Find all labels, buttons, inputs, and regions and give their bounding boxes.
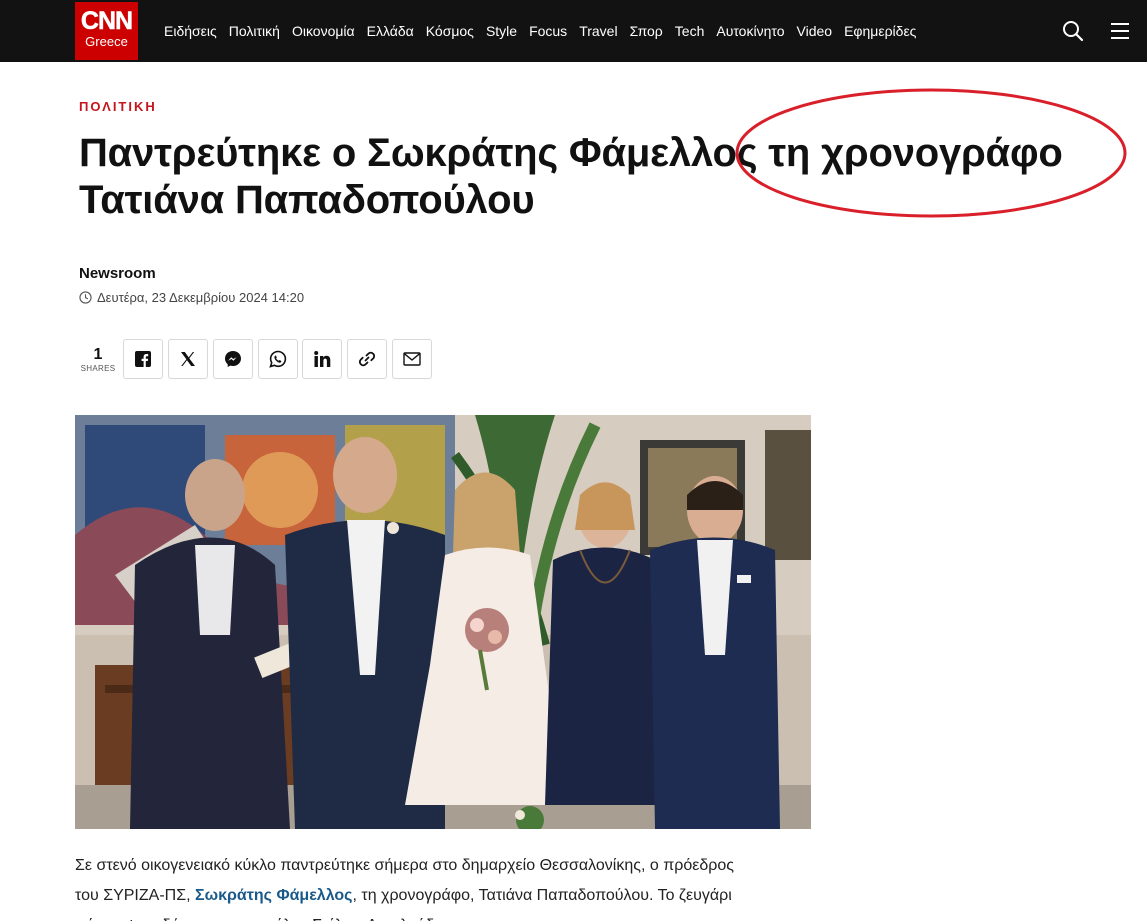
page: CNN Greece Ειδήσεις Πολιτική Οικονομία Ε…	[0, 0, 1147, 921]
nav-item-auto[interactable]: Αυτοκίνητο	[716, 23, 784, 39]
share-x-button[interactable]	[168, 339, 208, 379]
share-linkedin-button[interactable]	[302, 339, 342, 379]
cnn-greece-logo[interactable]: CNN Greece	[75, 2, 138, 60]
nav-item-sports[interactable]: Σπορ	[630, 23, 663, 39]
body-line-3: πάντρεψε ο δήμαρχος της πόλης Στέλιος Αγ…	[75, 911, 815, 921]
body-line-2-pre: του ΣΥΡΙΖΑ-ΠΣ,	[75, 887, 195, 904]
nav-item-economy[interactable]: Οικονομία	[292, 23, 355, 39]
shares-counter: 1 SHARES	[80, 346, 116, 373]
shares-label: SHARES	[80, 364, 116, 373]
hamburger-menu-icon	[1111, 23, 1129, 39]
whatsapp-icon	[269, 350, 287, 368]
email-icon	[403, 352, 421, 366]
search-button[interactable]	[1060, 17, 1086, 45]
nav-item-newspapers[interactable]: Εφημερίδες	[844, 23, 916, 39]
nav-item-video[interactable]: Video	[797, 23, 833, 39]
article-title: Παντρεύτηκε ο Σωκράτης Φάμελλος τη χρονο…	[79, 131, 1063, 222]
body-line-1: Σε στενό οικογενειακό κύκλο παντρεύτηκε …	[75, 857, 734, 874]
body-line-2: του ΣΥΡΙΖΑ-ΠΣ, Σωκράτης Φάμελλος, τη χρο…	[75, 881, 815, 911]
share-messenger-button[interactable]	[213, 339, 253, 379]
article-body: Σε στενό οικογενειακό κύκλο παντρεύτηκε …	[75, 851, 815, 921]
body-line-2-post: , τη χρονογράφο, Τατιάνα Παπαδοπούλου. Τ…	[352, 887, 732, 904]
famellos-link[interactable]: Σωκράτης Φάμελλος	[195, 887, 353, 904]
share-whatsapp-button[interactable]	[258, 339, 298, 379]
article-author[interactable]: Newsroom	[79, 265, 156, 282]
link-icon	[358, 351, 376, 367]
x-icon	[181, 352, 195, 366]
wedding-photo-image	[75, 415, 811, 829]
nav-item-world[interactable]: Κόσμος	[426, 23, 474, 39]
search-icon	[1063, 21, 1084, 42]
top-navigation-bar: CNN Greece Ειδήσεις Πολιτική Οικονομία Ε…	[0, 0, 1147, 62]
share-facebook-button[interactable]	[123, 339, 163, 379]
article-date: Δευτέρα, 23 Δεκεμβρίου 2024 14:20	[79, 290, 304, 305]
shares-number: 1	[93, 346, 103, 363]
article-main-photo[interactable]	[75, 415, 811, 829]
nav-item-politics[interactable]: Πολιτική	[229, 23, 280, 39]
messenger-icon	[225, 351, 241, 367]
linkedin-icon	[313, 351, 330, 367]
nav-item-greece[interactable]: Ελλάδα	[367, 23, 414, 39]
main-nav: Ειδήσεις Πολιτική Οικονομία Ελλάδα Κόσμο…	[164, 0, 928, 62]
copy-link-button[interactable]	[347, 339, 387, 379]
nav-item-travel[interactable]: Travel	[579, 23, 617, 39]
nav-item-style[interactable]: Style	[486, 23, 517, 39]
clock-icon	[79, 291, 92, 304]
menu-button[interactable]	[1107, 17, 1133, 45]
nav-item-tech[interactable]: Tech	[675, 23, 705, 39]
date-text: Δευτέρα, 23 Δεκεμβρίου 2024 14:20	[97, 290, 305, 305]
facebook-icon	[135, 351, 151, 367]
article-category[interactable]: ΠΟΛΙΤΙΚΗ	[79, 99, 157, 114]
logo-sub-text: Greece	[85, 34, 128, 49]
nav-item-focus[interactable]: Focus	[529, 23, 567, 39]
nav-item-news[interactable]: Ειδήσεις	[164, 23, 217, 39]
logo-main-text: CNN	[80, 7, 134, 35]
share-email-button[interactable]	[392, 339, 432, 379]
